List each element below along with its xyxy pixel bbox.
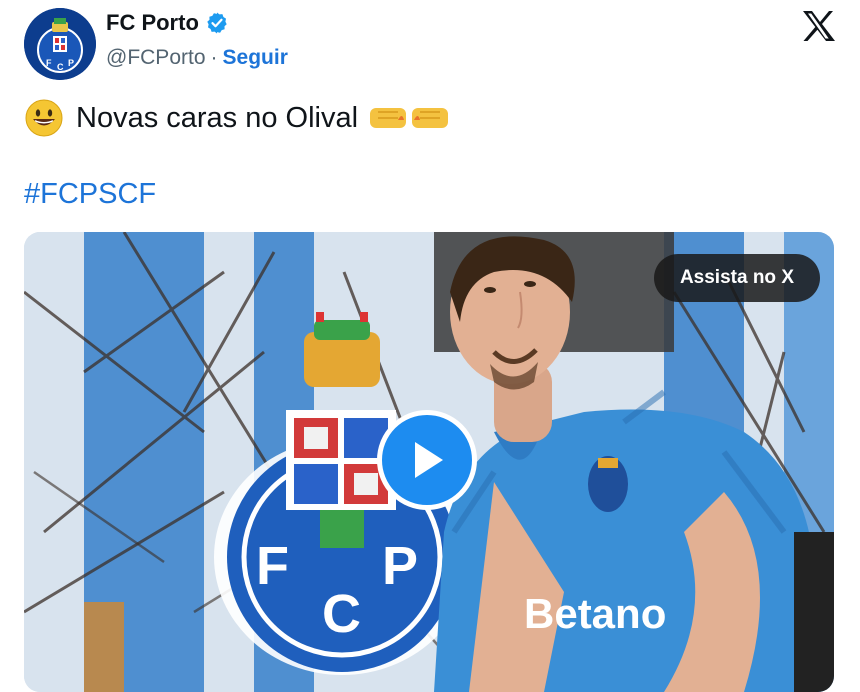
sponsor-text: Betano <box>524 590 666 637</box>
svg-text:F: F <box>46 58 52 68</box>
tweet-text: Novas caras no Olival <box>24 98 450 138</box>
tweet-header: F C P FC Porto @FCPorto · Seguir <box>24 8 836 80</box>
follow-button[interactable]: Seguir <box>223 46 288 70</box>
x-logo-icon[interactable] <box>800 8 836 44</box>
display-name[interactable]: FC Porto <box>106 10 199 36</box>
separator: · <box>210 46 218 69</box>
handle[interactable]: @FCPorto <box>106 46 206 70</box>
grinning-face-icon <box>25 99 63 137</box>
video-player[interactable]: F C P Betano Assista no X <box>24 232 834 692</box>
handle-row: @FCPorto · Seguir <box>106 46 288 70</box>
svg-text:C: C <box>57 62 64 72</box>
fist-bump-icon <box>370 108 449 128</box>
crest-letter-p: P <box>382 536 418 596</box>
name-row: FC Porto <box>106 10 229 36</box>
crest-letter-f: F <box>256 536 289 596</box>
svg-text:P: P <box>68 58 74 68</box>
watch-on-x-button[interactable]: Assista no X <box>653 254 820 302</box>
play-icon <box>415 442 443 478</box>
avatar[interactable]: F C P <box>24 8 96 80</box>
verified-badge-icon <box>207 12 227 34</box>
play-button[interactable] <box>377 410 477 510</box>
tweet-body: Novas caras no Olival <box>76 101 359 134</box>
crest-letter-c: C <box>322 584 361 644</box>
hashtag-link[interactable]: #FCPSCF <box>24 178 156 211</box>
fc-porto-crest-icon: F C P <box>24 8 96 80</box>
